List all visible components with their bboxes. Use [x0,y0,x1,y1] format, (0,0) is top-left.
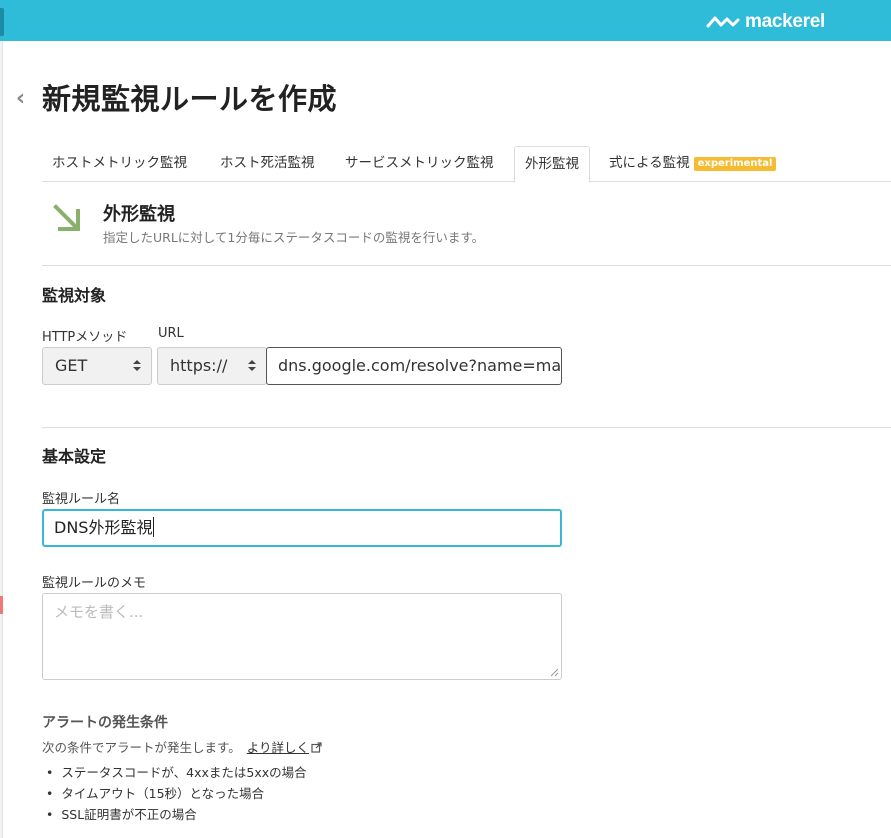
target-heading: 監視対象 [42,286,107,305]
tab-service-metric[interactable]: サービスメトリック監視 [335,146,504,182]
list-item: タイムアウト（15秒）となった場合 [46,783,307,804]
list-item: ステータスコードが、4xxまたは5xxの場合 [46,762,306,783]
url-scheme-value: https:// [170,356,228,375]
brand-logo[interactable]: mackerel [706,11,825,33]
tab-expression[interactable]: 式による監視 experimental [599,146,786,182]
rule-memo-textarea[interactable]: メモを書く... [42,593,562,680]
tab-host-metric[interactable]: ホストメトリック監視 [42,146,197,182]
url-input[interactable]: dns.google.com/resolve?name=ma [266,347,562,385]
url-label: URL [158,326,184,341]
text-caret [153,517,155,537]
experimental-badge: experimental [693,157,777,171]
section-title: 外形監視 [103,204,175,225]
divider [42,265,891,266]
list-item: SSL証明書が不正の場合 [46,804,307,825]
tab-external[interactable]: 外形監視 [514,146,590,183]
url-input-value: dns.google.com/resolve?name=ma [278,356,562,375]
http-method-select[interactable]: GET [42,347,152,385]
resize-handle-icon[interactable] [550,668,559,677]
alert-description-text: 次の条件でアラートが発生します。 [42,740,241,755]
rule-memo-label: 監視ルールのメモ [42,576,147,591]
external-monitor-icon [53,204,80,231]
select-arrows-icon [133,359,141,373]
more-details-link[interactable]: より詳しく [247,740,309,755]
left-edge [0,41,3,838]
left-edge-marker [0,596,3,614]
page-title: 新規監視ルールを作成 [42,82,338,116]
mackerel-logo-icon [706,16,740,28]
tab-host-alive[interactable]: ホスト死活監視 [210,146,325,182]
http-method-label: HTTPメソッド [42,330,128,345]
alert-conditions-title: アラートの発生条件 [42,715,168,731]
select-arrows-icon [248,359,256,373]
basic-settings-heading: 基本設定 [42,447,107,466]
alert-conditions-list: ステータスコードが、4xxまたは5xxの場合 タイムアウト（15秒）となった場合… [46,762,307,825]
brand-name: mackerel [744,11,825,32]
divider [42,427,891,428]
section-description: 指定したURLに対して1分毎にステータスコードの監視を行います。 [103,230,485,245]
chevron-left-icon[interactable]: ‹ [16,86,25,111]
top-bar: mackerel [0,0,891,41]
external-link-icon [311,742,322,753]
alert-conditions-description: 次の条件でアラートが発生します。 より詳しく [42,737,322,756]
rule-memo-placeholder: メモを書く... [54,603,144,621]
rule-name-value: DNS外形監視 [54,518,153,537]
rule-name-input[interactable]: DNS外形監視 [42,509,562,547]
rule-name-label: 監視ルール名 [42,492,121,507]
http-method-value: GET [55,356,88,375]
monitor-type-tabs: ホストメトリック監視 ホスト死活監視 サービスメトリック監視 外形監視 式による… [42,146,891,183]
sidebar-toggle[interactable] [0,8,4,36]
url-scheme-select[interactable]: https:// [157,347,267,385]
